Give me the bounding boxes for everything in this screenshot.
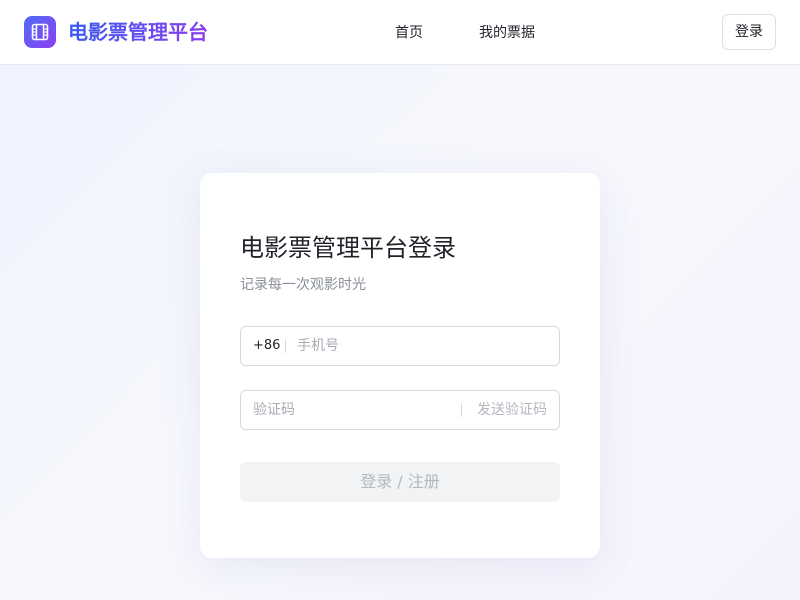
code-divider — [461, 403, 462, 417]
send-code-button[interactable]: 发送验证码 — [477, 391, 547, 429]
film-icon-graphic — [31, 23, 49, 41]
login-subtitle: 记录每一次观影时光 — [240, 277, 366, 293]
phone-field: +86 — [240, 326, 560, 366]
film-icon[interactable] — [24, 16, 56, 48]
brand-title[interactable]: 电影票管理平台 — [68, 18, 208, 46]
nav-item-home[interactable]: 首页 — [395, 22, 423, 44]
login-register-button[interactable]: 登录 / 注册 — [240, 462, 560, 502]
login-card: 电影票管理平台登录 记录每一次观影时光 +86 发送验证码 登录 / 注册 — [200, 173, 600, 558]
phone-input[interactable] — [297, 327, 547, 365]
page-background: 电影票管理平台登录 记录每一次观影时光 +86 发送验证码 登录 / 注册 — [0, 65, 800, 600]
top-nav-bar: 电影票管理平台 首页 我的票据 登录 — [0, 0, 800, 65]
verification-code-input[interactable] — [253, 391, 453, 429]
phone-divider — [285, 339, 286, 353]
country-code-prefix[interactable]: +86 — [253, 327, 280, 365]
header-login-button[interactable]: 登录 — [722, 14, 776, 50]
login-title: 电影票管理平台登录 — [240, 234, 456, 262]
verification-code-field: 发送验证码 — [240, 390, 560, 430]
nav-item-my-tickets[interactable]: 我的票据 — [479, 22, 535, 44]
